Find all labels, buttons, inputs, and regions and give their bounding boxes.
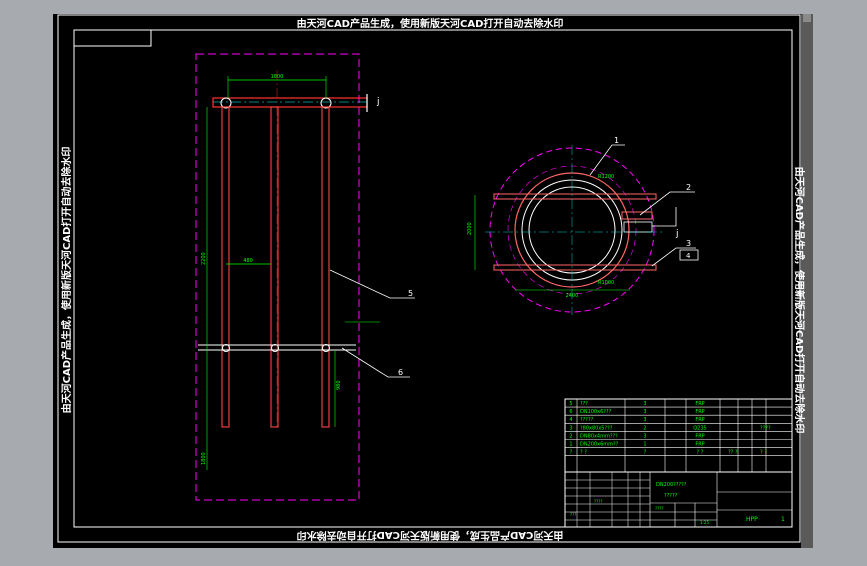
bom-cell-qty: 2 [643,425,646,431]
bom-cell-no: 3 [569,425,572,431]
bom-cell-qty: 3 [643,433,646,439]
bom-cell-no: 1 [569,442,572,448]
label-front-6: 6 [398,368,403,377]
watermark-top: 由天河CAD产品生成，使用新版天河CAD打开自动去除水印 [297,17,564,30]
cad-viewport[interactable]: 由天河CAD产品生成，使用新版天河CAD打开自动去除水印 由天河CAD产品生成，… [0,0,867,562]
label-plan-2: 2 [686,183,691,192]
bom-cell-name: ? ? [580,450,587,456]
title-label-b: ???? [655,506,664,511]
label-front-j: j [376,97,380,107]
bom-cell-name: DN200x6mm?? [580,442,619,448]
dim-front-side-b: 1800 [201,452,207,465]
bom-cell-mat: FRP [695,401,704,407]
title-scale: ??? [570,512,576,517]
bom-cell-mat: FRP [695,442,704,448]
bom-cell-no: 6 [569,409,572,415]
label-plan-j: j [675,229,679,239]
dim-front-side-a: 2200 [201,252,207,265]
bom-cell-name: DN100x6??? [580,409,612,415]
watermark-bottom: 由天河CAD产品生成，使用新版天河CAD打开自动去除水印 [297,529,564,542]
dim-front-side-c: 980 [336,380,342,390]
title-page: 1 [781,516,785,523]
bom-cell-qty: 3 [643,417,646,423]
watermark-right: 由天河CAD产品生成，使用新版天河CAD打开自动去除水印 [793,167,806,434]
bom-cell-no: 5 [569,401,572,407]
label-plan-3: 3 [686,239,691,248]
bom-cell-mat: FRP [695,409,704,415]
bom-cell-name: ????? [580,417,594,423]
bom-weight: ?? ? [728,450,738,456]
label-plan-1: 1 [614,136,619,145]
bom-cell-name: ?80x80x5??? [580,425,613,431]
dim-plan-inner: R1000 [598,280,614,286]
bom-cell-mat: FRP [695,417,704,423]
bom-cell-qty: 3 [643,401,646,407]
title-label-a: ???? [594,499,603,504]
scroll-up-arrow[interactable] [803,14,811,22]
dim-front-mid: 480 [243,258,253,264]
bom-cell-no: 2 [569,433,572,439]
bom-cell-mat: FRP [695,433,704,439]
dim-plan-left: 2000 [467,222,473,235]
bom-cell-note: ? ? [760,450,767,456]
title-name: ????? [664,493,678,499]
bom-cell-no: ? [570,450,573,456]
bom-cell-no: 4 [569,417,572,423]
dim-plan-bottom: 2400 [566,293,579,299]
label-front-5: 5 [408,289,413,298]
bom-cell-qty: 3 [643,409,646,415]
bom-cell-mat: ? ? [697,450,704,456]
bom-cell-name: DN80x4mm??? [580,433,618,439]
bom-cell-mat: Q235 [693,425,706,431]
title-dwg-no: DN200????? [656,482,687,488]
title-sheet: HPP [746,516,758,523]
label-plan-4: 4 [686,252,691,260]
bom-cell-qty: ? [644,450,647,456]
bom-cell-qty: 1 [643,442,646,448]
watermark-left: 由天河CAD产品生成，使用新版天河CAD打开自动去除水印 [60,147,73,414]
bom-cell-note: ???? [760,425,771,431]
bom-cell-name: ??? [580,401,588,407]
drawing-canvas[interactable] [53,14,813,548]
title-label-c: 1:25 [700,520,709,525]
dim-plan-rad: R1200 [598,174,614,180]
